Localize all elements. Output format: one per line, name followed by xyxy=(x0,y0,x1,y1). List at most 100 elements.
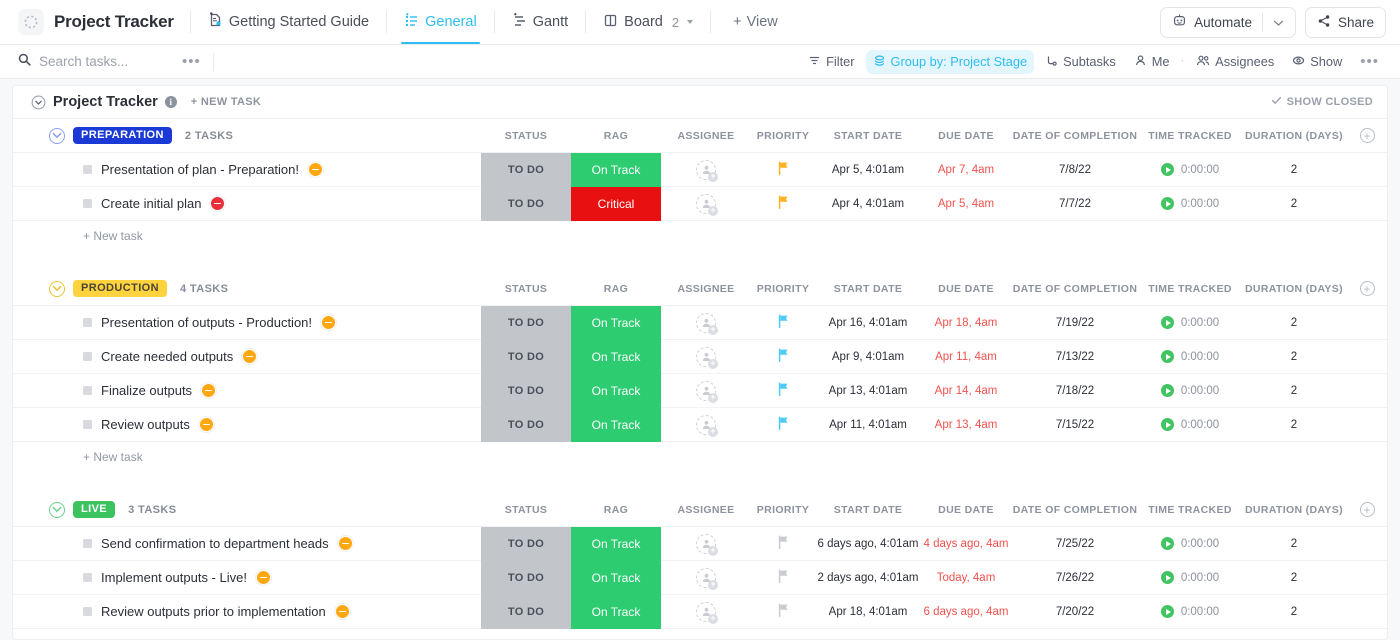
column-header-rag[interactable]: RAG xyxy=(571,283,661,295)
info-icon[interactable]: i xyxy=(165,96,177,108)
table-row[interactable]: Create initial planTO DOCritical+Apr 4, … xyxy=(13,186,1387,220)
status-cell[interactable]: TO DO xyxy=(481,561,571,595)
task-name-cell[interactable]: Presentation of plan - Preparation! xyxy=(13,162,481,177)
avatar-placeholder-icon[interactable]: + xyxy=(696,415,716,435)
avatar-placeholder-icon[interactable]: + xyxy=(696,602,716,622)
time-tracked-cell[interactable]: 0:00:00 xyxy=(1139,527,1241,561)
drag-handle-icon[interactable] xyxy=(83,386,92,395)
column-header-status[interactable]: STATUS xyxy=(481,283,571,295)
avatar-placeholder-icon[interactable]: + xyxy=(696,313,716,333)
assignee-cell[interactable]: + xyxy=(661,187,751,221)
assignee-cell[interactable]: + xyxy=(661,561,751,595)
tab-getting-started-guide[interactable]: Getting Started Guide xyxy=(199,0,378,44)
avatar-placeholder-icon[interactable]: + xyxy=(696,160,716,180)
rag-cell[interactable]: On Track xyxy=(571,527,661,561)
priority-badge-icon[interactable] xyxy=(210,196,225,211)
priority-badge-icon[interactable] xyxy=(201,383,216,398)
duration-cell[interactable]: 2 xyxy=(1241,340,1347,374)
search-input[interactable] xyxy=(39,54,174,69)
column-header-doc[interactable]: DATE OF COMPLETION xyxy=(1011,283,1139,295)
play-icon[interactable] xyxy=(1161,350,1174,363)
task-name-cell[interactable]: Create initial plan xyxy=(13,196,481,211)
due-date-cell[interactable]: Apr 5, 4am xyxy=(921,187,1011,221)
drag-handle-icon[interactable] xyxy=(83,420,92,429)
due-date-cell[interactable]: Apr 11, 4am xyxy=(921,340,1011,374)
column-header-rag[interactable]: RAG xyxy=(571,130,661,142)
priority-badge-icon[interactable] xyxy=(321,315,336,330)
add-view-button[interactable]: + View xyxy=(723,8,788,36)
date-of-completion-cell[interactable]: 7/7/22 xyxy=(1011,187,1139,221)
start-date-cell[interactable]: Apr 9, 4:01am xyxy=(815,340,921,374)
start-date-cell[interactable]: Apr 18, 4:01am xyxy=(815,595,921,629)
column-header-status[interactable]: STATUS xyxy=(481,130,571,142)
start-date-cell[interactable]: Apr 11, 4:01am xyxy=(815,408,921,442)
avatar-placeholder-icon[interactable]: + xyxy=(696,347,716,367)
status-cell[interactable]: TO DO xyxy=(481,527,571,561)
column-header-priority[interactable]: PRIORITY xyxy=(751,130,815,142)
assignee-cell[interactable]: + xyxy=(661,153,751,187)
table-row[interactable]: Review outputsTO DOOn Track+Apr 11, 4:01… xyxy=(13,407,1387,441)
add-assignee-icon[interactable]: + xyxy=(708,580,718,590)
new-task-button[interactable]: + NEW TASK xyxy=(191,96,261,108)
column-header-priority[interactable]: PRIORITY xyxy=(751,283,815,295)
time-tracked-cell[interactable]: 0:00:00 xyxy=(1139,153,1241,187)
priority-cell[interactable] xyxy=(751,595,815,629)
add-assignee-icon[interactable]: + xyxy=(708,393,718,403)
date-of-completion-cell[interactable]: 7/8/22 xyxy=(1011,153,1139,187)
add-assignee-icon[interactable]: + xyxy=(708,325,718,335)
tab-gantt[interactable]: Gantt xyxy=(503,0,577,44)
rag-cell[interactable]: On Track xyxy=(571,408,661,442)
column-header-priority[interactable]: PRIORITY xyxy=(751,504,815,516)
column-header-time[interactable]: TIME TRACKED xyxy=(1139,504,1241,516)
time-tracked-cell[interactable]: 0:00:00 xyxy=(1139,408,1241,442)
play-icon[interactable] xyxy=(1161,537,1174,550)
toolbar-more-button[interactable]: ••• xyxy=(1353,50,1386,73)
add-assignee-icon[interactable]: + xyxy=(708,172,718,182)
column-header-due[interactable]: DUE DATE xyxy=(921,283,1011,295)
clickup-logo-icon[interactable] xyxy=(18,9,44,35)
column-header-assignee[interactable]: ASSIGNEE xyxy=(661,130,751,142)
start-date-cell[interactable]: Apr 4, 4:01am xyxy=(815,187,921,221)
date-of-completion-cell[interactable]: 7/20/22 xyxy=(1011,595,1139,629)
rag-cell[interactable]: Critical xyxy=(571,187,661,221)
me-button[interactable]: Me xyxy=(1127,50,1177,74)
task-name-cell[interactable]: Send confirmation to department heads xyxy=(13,536,481,551)
tab-board[interactable]: Board 2 xyxy=(594,0,702,44)
column-header-due[interactable]: DUE DATE xyxy=(921,504,1011,516)
drag-handle-icon[interactable] xyxy=(83,165,92,174)
avatar-placeholder-icon[interactable]: + xyxy=(696,381,716,401)
time-tracked-cell[interactable]: 0:00:00 xyxy=(1139,306,1241,340)
status-cell[interactable]: TO DO xyxy=(481,374,571,408)
date-of-completion-cell[interactable]: 7/13/22 xyxy=(1011,340,1139,374)
status-cell[interactable]: TO DO xyxy=(481,340,571,374)
collapse-group-icon[interactable] xyxy=(49,128,65,144)
due-date-cell[interactable]: Apr 14, 4am xyxy=(921,374,1011,408)
start-date-cell[interactable]: 6 days ago, 4:01am xyxy=(815,527,921,561)
drag-handle-icon[interactable] xyxy=(83,607,92,616)
collapse-group-icon[interactable] xyxy=(49,502,65,518)
task-name-cell[interactable]: Presentation of outputs - Production! xyxy=(13,315,481,330)
rag-cell[interactable]: On Track xyxy=(571,306,661,340)
start-date-cell[interactable]: Apr 13, 4:01am xyxy=(815,374,921,408)
priority-cell[interactable] xyxy=(751,340,815,374)
rag-cell[interactable]: On Track xyxy=(571,595,661,629)
add-assignee-icon[interactable]: + xyxy=(708,546,718,556)
column-header-assignee[interactable]: ASSIGNEE xyxy=(661,504,751,516)
column-header-dur[interactable]: DURATION (DAYS) xyxy=(1241,283,1347,295)
column-header-start[interactable]: START DATE xyxy=(815,283,921,295)
column-header-rag[interactable]: RAG xyxy=(571,504,661,516)
column-header-status[interactable]: STATUS xyxy=(481,504,571,516)
assignee-cell[interactable]: + xyxy=(661,408,751,442)
filter-button[interactable]: Filter xyxy=(801,50,861,74)
collapse-list-icon[interactable] xyxy=(31,95,46,110)
column-header-time[interactable]: TIME TRACKED xyxy=(1139,283,1241,295)
due-date-cell[interactable]: Today, 4am xyxy=(921,561,1011,595)
add-new-task-row[interactable]: + New task xyxy=(13,628,1387,640)
drag-handle-icon[interactable] xyxy=(83,573,92,582)
add-new-task-row[interactable]: + New task xyxy=(13,220,1387,250)
priority-badge-icon[interactable] xyxy=(308,162,323,177)
duration-cell[interactable]: 2 xyxy=(1241,306,1347,340)
rag-cell[interactable]: On Track xyxy=(571,374,661,408)
priority-badge-icon[interactable] xyxy=(199,417,214,432)
table-row[interactable]: Review outputs prior to implementationTO… xyxy=(13,594,1387,628)
